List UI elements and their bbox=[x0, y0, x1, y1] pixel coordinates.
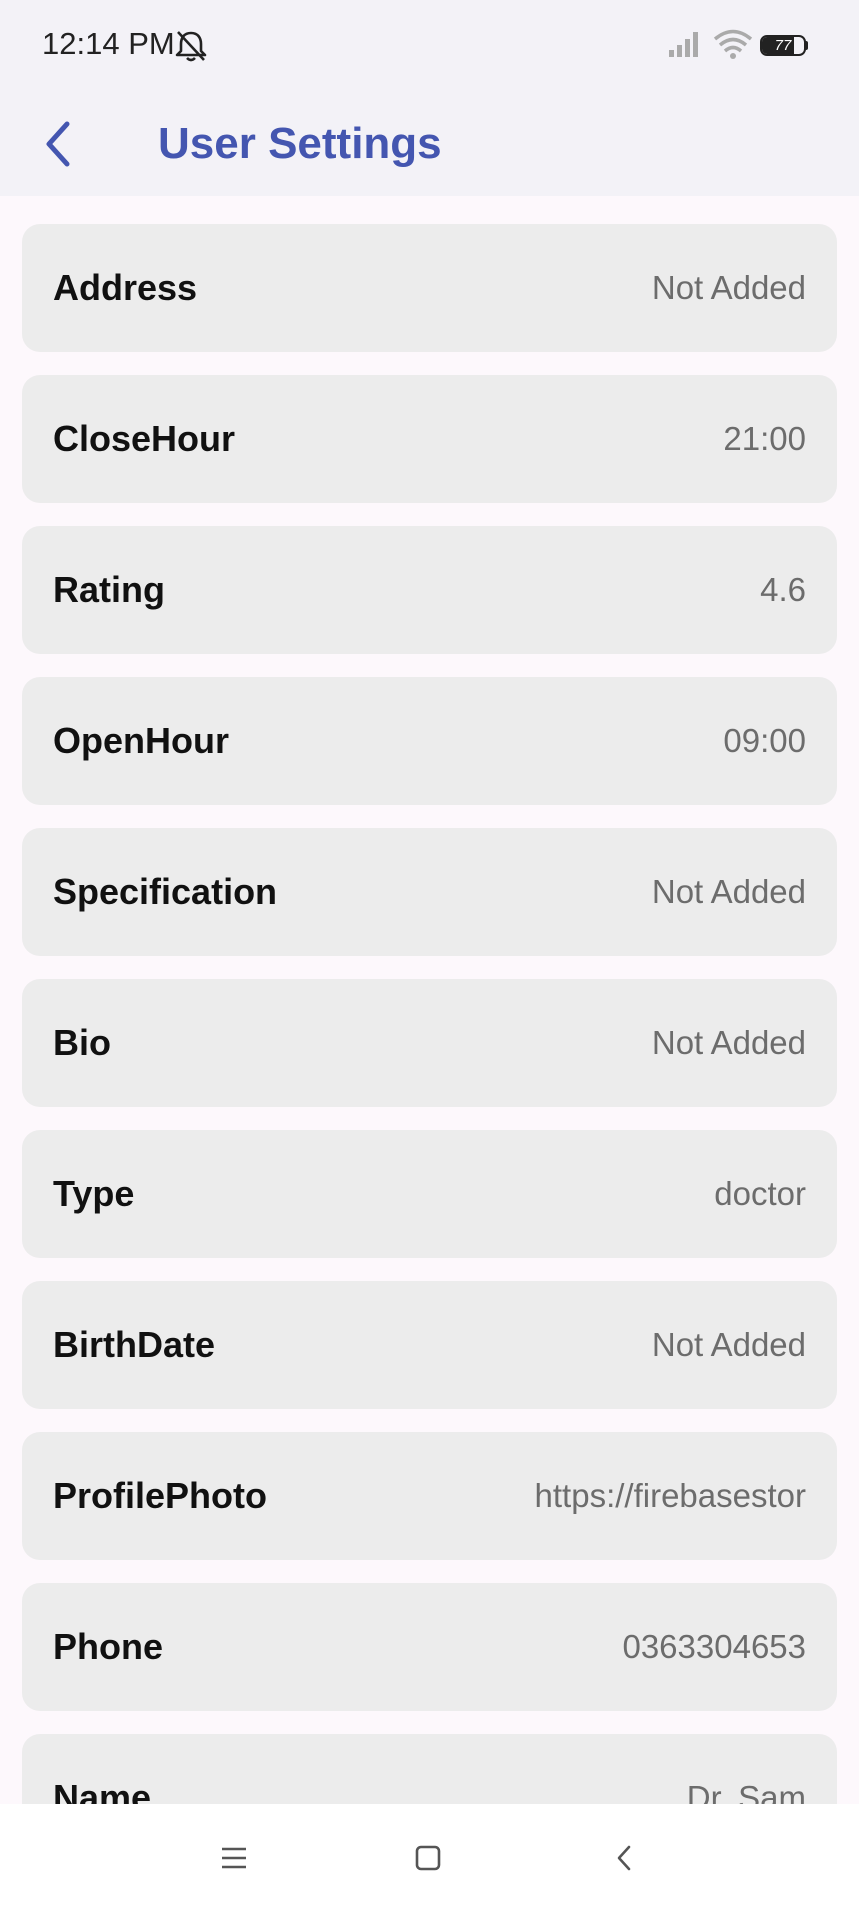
setting-type[interactable]: Type doctor bbox=[22, 1130, 837, 1258]
setting-label: CloseHour bbox=[53, 418, 236, 459]
setting-value: Not Added bbox=[651, 269, 806, 306]
app-bar: User Settings bbox=[0, 92, 859, 196]
settings-list: Address Not Added CloseHour 21:00 Rating… bbox=[0, 196, 859, 1804]
setting-label: Phone bbox=[53, 1626, 164, 1667]
battery-icon: 77 bbox=[760, 35, 808, 56]
setting-value: 0363304653 bbox=[622, 1628, 806, 1665]
bell-off-icon bbox=[175, 31, 207, 62]
setting-label: Address bbox=[53, 267, 198, 308]
setting-value: Not Added bbox=[651, 1326, 806, 1363]
setting-profilephoto[interactable]: ProfilePhoto https://firebasestor bbox=[22, 1432, 837, 1560]
setting-value: 4.6 bbox=[760, 571, 806, 608]
home-square-icon bbox=[415, 1845, 441, 1871]
setting-label: Bio bbox=[53, 1022, 111, 1063]
back-button[interactable] bbox=[30, 112, 88, 176]
page-title: User Settings bbox=[158, 119, 442, 168]
setting-label: Type bbox=[53, 1173, 135, 1214]
setting-label: ProfilePhoto bbox=[53, 1475, 267, 1516]
wifi-icon bbox=[713, 29, 753, 59]
system-nav-bar bbox=[0, 1804, 859, 1908]
chevron-left-icon bbox=[46, 121, 70, 167]
setting-label: Specification bbox=[53, 871, 278, 912]
setting-value: doctor bbox=[714, 1175, 806, 1212]
setting-value: https://firebasestor bbox=[534, 1477, 806, 1514]
setting-name[interactable]: Name Dr. Sam bbox=[22, 1734, 837, 1804]
setting-birthdate[interactable]: BirthDate Not Added bbox=[22, 1281, 837, 1409]
setting-label: OpenHour bbox=[53, 720, 229, 761]
menu-button[interactable] bbox=[206, 1830, 262, 1886]
setting-label: BirthDate bbox=[53, 1324, 216, 1365]
setting-label: Rating bbox=[53, 569, 165, 610]
setting-openhour[interactable]: OpenHour 09:00 bbox=[22, 677, 837, 805]
battery-level: 77 bbox=[774, 37, 792, 54]
setting-bio[interactable]: Bio Not Added bbox=[22, 979, 837, 1107]
setting-value: Not Added bbox=[651, 1024, 806, 1061]
setting-address[interactable]: Address Not Added bbox=[22, 224, 837, 352]
setting-closehour[interactable]: CloseHour 21:00 bbox=[22, 375, 837, 503]
setting-label: Name bbox=[53, 1777, 152, 1804]
signal-icon bbox=[669, 32, 698, 57]
status-bar: 12:14 PM 77 bbox=[0, 0, 859, 92]
setting-value: Dr. Sam bbox=[686, 1779, 806, 1804]
setting-specification[interactable]: Specification Not Added bbox=[22, 828, 837, 956]
setting-value: Not Added bbox=[651, 873, 806, 910]
setting-rating[interactable]: Rating 4.6 bbox=[22, 526, 837, 654]
status-time: 12:14 PM bbox=[42, 26, 175, 61]
menu-icon bbox=[222, 1847, 246, 1869]
setting-phone[interactable]: Phone 0363304653 bbox=[22, 1583, 837, 1711]
back-triangle-icon bbox=[617, 1845, 631, 1871]
back-nav-button[interactable] bbox=[596, 1830, 652, 1886]
setting-value: 21:00 bbox=[723, 420, 806, 457]
setting-value: 09:00 bbox=[723, 722, 806, 759]
home-button[interactable] bbox=[400, 1830, 456, 1886]
